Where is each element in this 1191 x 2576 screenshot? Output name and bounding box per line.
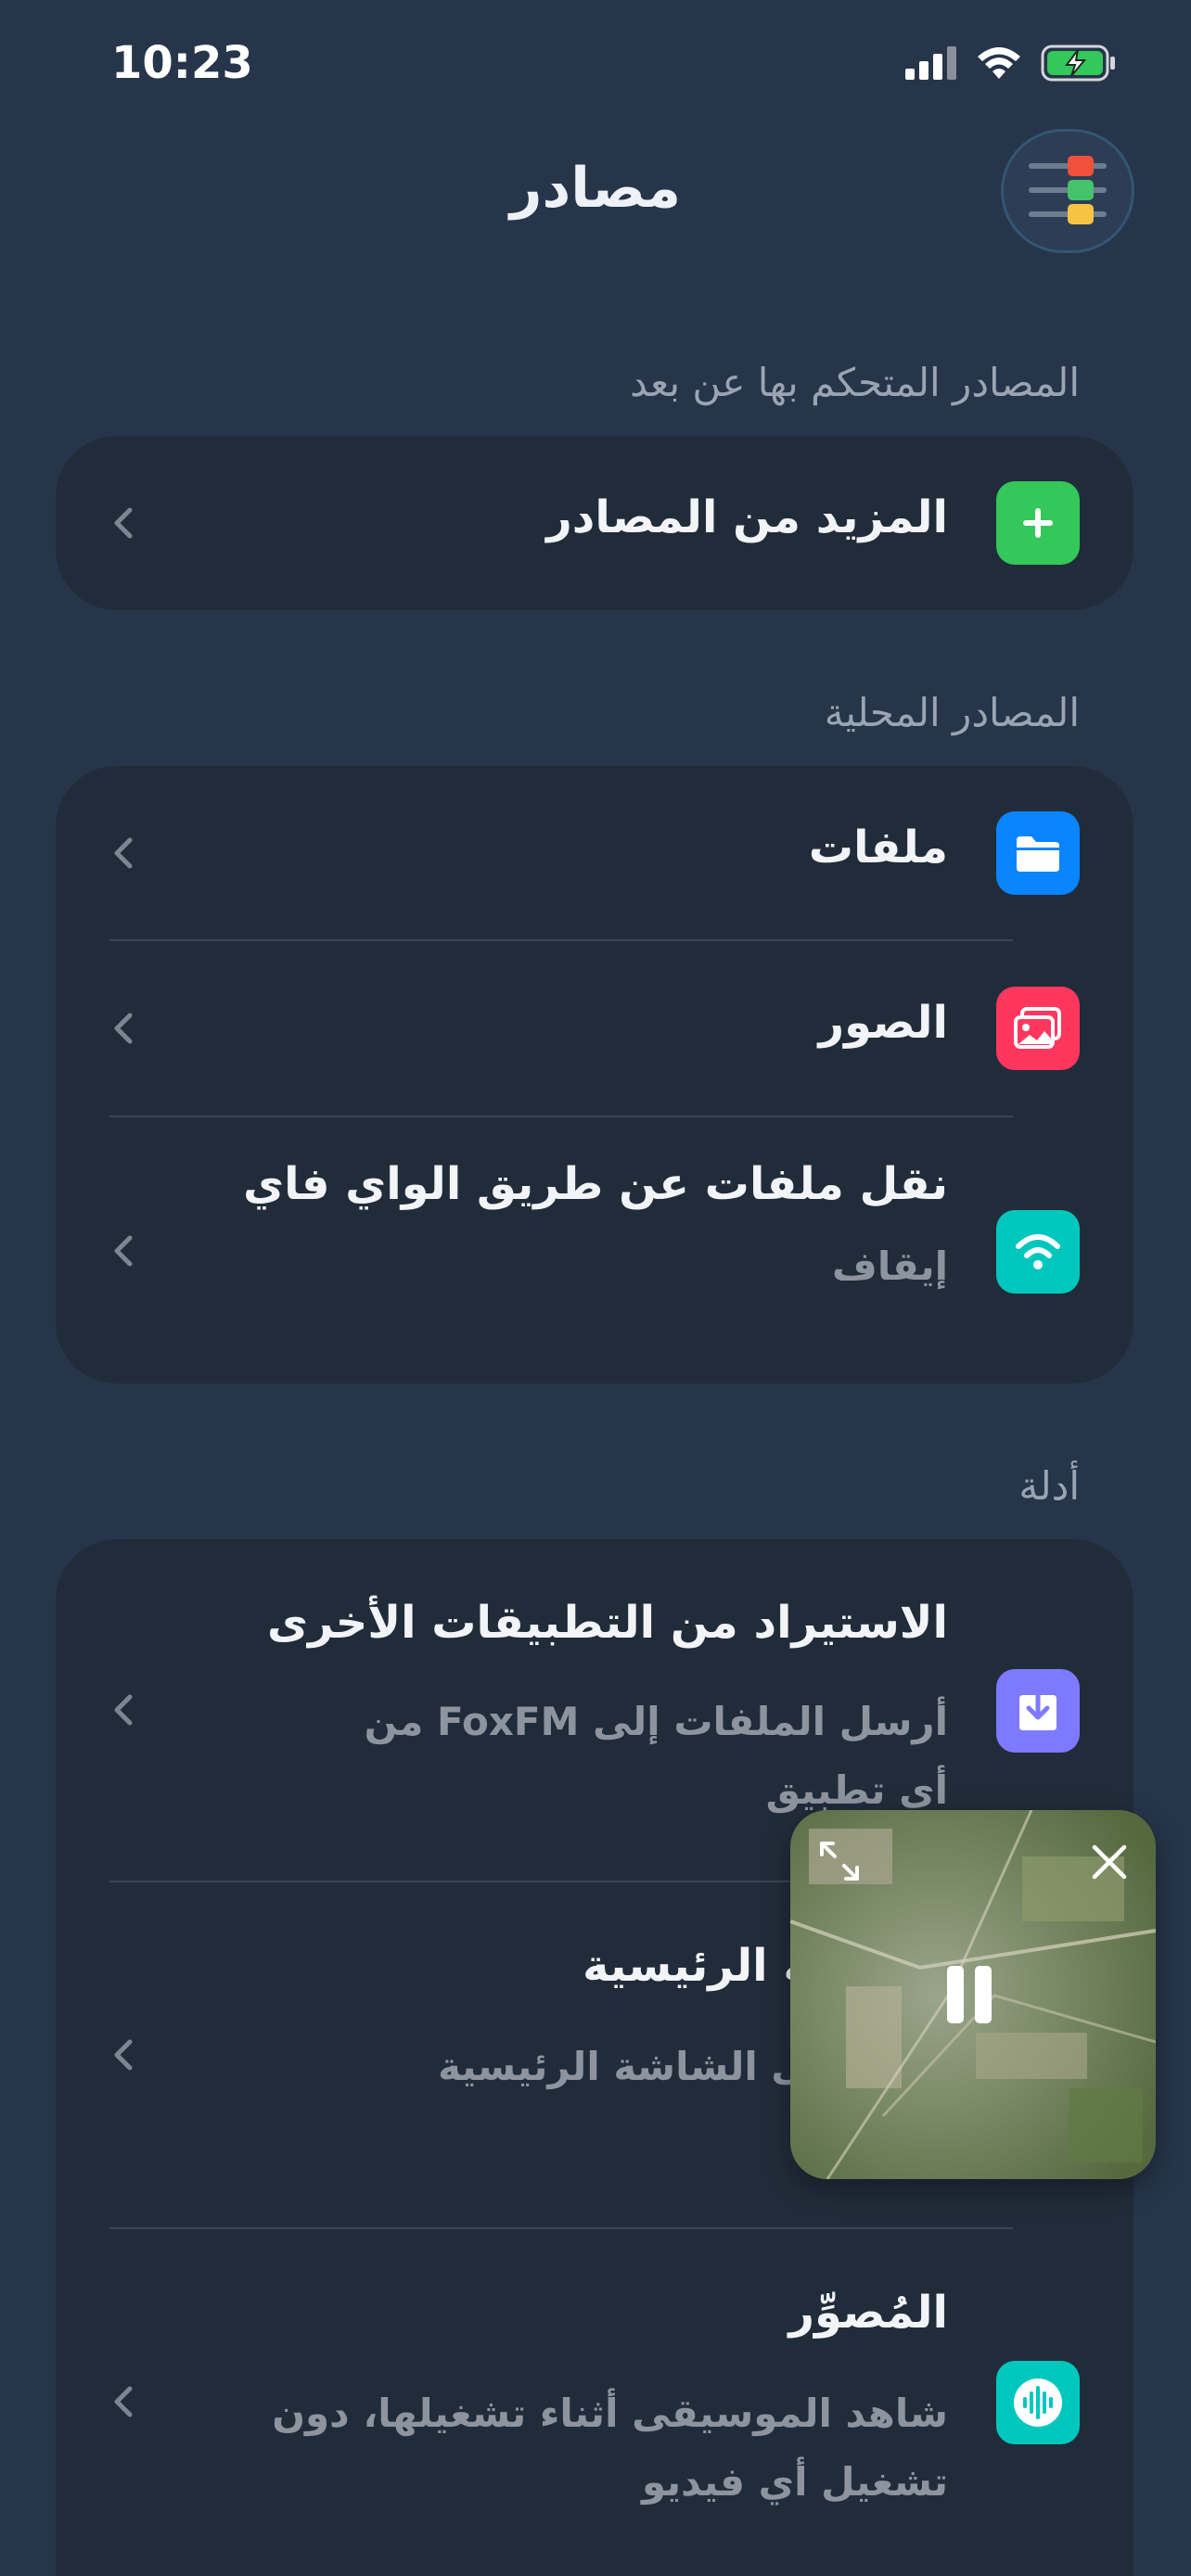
expand-icon[interactable] <box>818 1840 861 1882</box>
waveform-icon <box>996 2361 1080 2444</box>
subtitle-line: شاهد الموسيقى أثناء تشغيلها، دون <box>272 2391 948 2436</box>
wifi-transfer-status: إيقاف <box>832 1243 948 1289</box>
files-label: ملفات <box>808 822 948 874</box>
wifi-status-icon <box>978 47 1020 79</box>
status-icons <box>905 45 1117 82</box>
chevron-left-icon <box>114 1235 133 1267</box>
subtitle-line: تشغيل أي فيديو <box>642 2459 948 2505</box>
menu-button[interactable] <box>1004 132 1132 250</box>
import-guide-title: الاستيراد من التطبيقات الأخرى <box>266 1597 948 1649</box>
wifi-icon <box>996 1210 1080 1294</box>
photos-row[interactable]: الصور <box>56 941 1133 1116</box>
status-time: 10:23 <box>111 37 253 89</box>
section-label-local: المصادر المحلية <box>824 690 1080 735</box>
battery-charging-icon <box>1041 45 1115 82</box>
chevron-left-icon <box>114 1013 133 1044</box>
chevron-left-icon <box>114 1694 133 1726</box>
section-label-guides: أدلة <box>1018 1463 1080 1509</box>
import-guide-subtitle: أرسل الملفات إلى FoxFM من أي تطبيق <box>365 1688 948 1825</box>
visualizer-guide-title: المُصوِّر <box>788 2287 948 2339</box>
chevron-left-icon <box>114 2039 133 2071</box>
download-icon <box>996 1669 1080 1753</box>
folder-icon <box>996 811 1080 895</box>
local-sources-card: ملفات الصور نقل ملفات عن طريق الواي فاي … <box>56 766 1133 1384</box>
wifi-transfer-row[interactable]: نقل ملفات عن طريق الواي فاي إيقاف <box>56 1117 1133 1384</box>
photos-label: الصور <box>818 997 949 1049</box>
wifi-transfer-title: نقل ملفات عن طريق الواي فاي <box>243 1158 948 1210</box>
visualizer-guide-row[interactable]: المُصوِّر شاهد الموسيقى أثناء تشغيلها، د… <box>56 2229 1133 2576</box>
chevron-left-icon <box>114 2386 133 2417</box>
cellular-signal-icon <box>905 46 956 80</box>
more-sources-row[interactable]: المزيد من المصادر <box>56 436 1133 610</box>
plus-icon <box>996 481 1080 565</box>
section-label-remote: المصادر المتحكم بها عن بعد <box>630 360 1080 405</box>
visualizer-guide-subtitle: شاهد الموسيقى أثناء تشغيلها، دون تشغيل أ… <box>272 2379 948 2517</box>
chevron-left-icon <box>114 837 133 869</box>
files-row[interactable]: ملفات <box>56 766 1133 940</box>
pause-icon[interactable] <box>945 1964 993 2025</box>
subtitle-line: أرسل الملفات إلى FoxFM من <box>364 1699 948 1744</box>
chevron-left-icon <box>114 507 133 539</box>
picture-in-picture-player[interactable] <box>790 1810 1156 2179</box>
close-icon[interactable] <box>1091 1843 1128 1881</box>
menu-icon <box>1029 156 1107 224</box>
photos-icon <box>996 987 1080 1070</box>
more-sources-label: المزيد من المصادر <box>546 491 948 543</box>
remote-sources-card: المزيد من المصادر <box>56 436 1133 610</box>
